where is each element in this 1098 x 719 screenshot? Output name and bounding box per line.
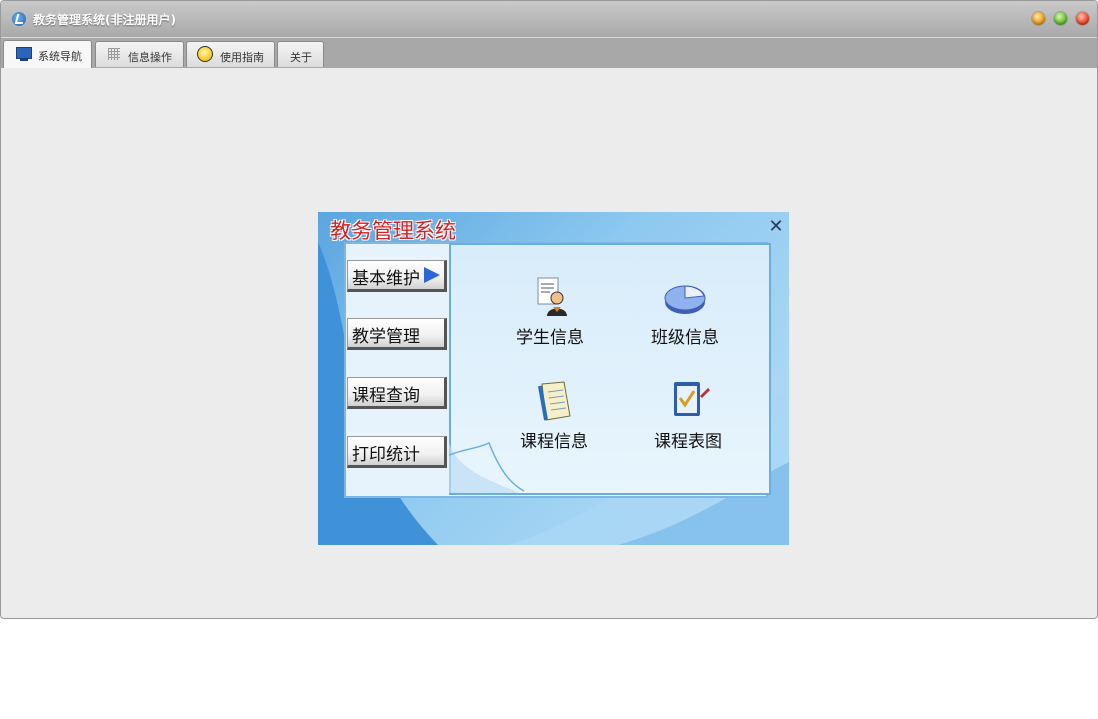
module-label: 课程信息 <box>520 432 588 452</box>
nav-button-label: 打印统计 <box>352 445 420 465</box>
notebook-icon <box>532 378 576 422</box>
bulb-icon <box>197 46 213 62</box>
dialog-close-icon[interactable]: ✕ <box>767 218 785 236</box>
tab-label: 使用指南 <box>220 51 264 64</box>
nav-button-label: 基本维护 <box>352 269 420 289</box>
app-logo-icon <box>12 12 26 26</box>
arrow-right-icon <box>424 267 440 283</box>
module-student-info[interactable]: 学生信息 <box>500 274 600 348</box>
module-course-info[interactable]: 课程信息 <box>504 378 604 452</box>
nav-button-basic-maintenance[interactable]: 基本维护 <box>347 260 447 292</box>
nav-button-label: 教学管理 <box>352 327 420 347</box>
module-label: 班级信息 <box>651 328 719 348</box>
nav-button-course-query[interactable]: 课程查询 <box>347 377 447 409</box>
main-window: 教务管理系统(非注册用户) 系统导航 信息操作 使用指南 关于 教务管理系统 ✕… <box>0 0 1098 619</box>
tab-label: 关于 <box>290 51 312 64</box>
grid-icon <box>108 48 120 60</box>
title-bar: 教务管理系统(非注册用户) <box>1 1 1097 37</box>
nav-button-label: 课程查询 <box>352 386 420 406</box>
tab-about[interactable]: 关于 <box>277 41 324 67</box>
tab-label: 信息操作 <box>128 51 172 64</box>
minimize-button[interactable] <box>1032 12 1045 25</box>
nav-dialog: 教务管理系统 ✕ 基本维护 教学管理 课程查询 打印统计 学生信息 班级信息 课… <box>318 212 789 545</box>
tab-bar: 系统导航 信息操作 使用指南 关于 <box>1 37 1097 68</box>
nav-button-teaching-management[interactable]: 教学管理 <box>347 318 447 350</box>
module-course-chart[interactable]: 课程表图 <box>638 378 738 452</box>
class-pie-icon <box>663 274 707 318</box>
student-icon <box>528 274 572 318</box>
module-class-info[interactable]: 班级信息 <box>635 274 735 348</box>
maximize-button[interactable] <box>1054 12 1067 25</box>
tab-info-ops[interactable]: 信息操作 <box>95 41 184 67</box>
module-label: 学生信息 <box>516 328 584 348</box>
close-button[interactable] <box>1076 12 1089 25</box>
tab-system-nav[interactable]: 系统导航 <box>3 40 92 68</box>
window-title: 教务管理系统(非注册用户) <box>33 13 176 27</box>
tab-label: 系统导航 <box>38 50 82 63</box>
tab-user-guide[interactable]: 使用指南 <box>186 41 275 67</box>
monitor-icon <box>16 47 32 61</box>
module-label: 课程表图 <box>654 432 722 452</box>
dialog-title: 教务管理系统 <box>330 219 456 243</box>
nav-button-print-statistics[interactable]: 打印统计 <box>347 436 447 468</box>
checklist-icon <box>666 378 710 422</box>
content-area: 教务管理系统 ✕ 基本维护 教学管理 课程查询 打印统计 学生信息 班级信息 课… <box>1 68 1097 618</box>
